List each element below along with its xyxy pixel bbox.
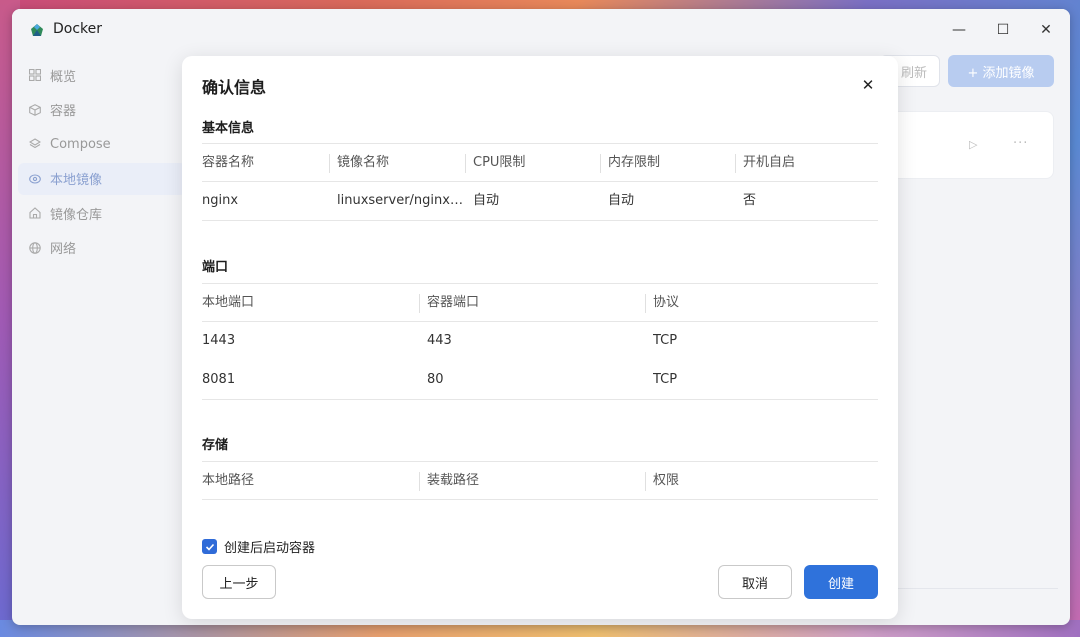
table-row: 1443 443 TCP [202, 322, 878, 361]
column-divider [329, 154, 330, 173]
sidebar-item-label: 网络 [50, 242, 77, 257]
sidebar-item-overview[interactable]: 概览 [18, 59, 186, 91]
column-divider [735, 154, 736, 173]
divider [880, 588, 1058, 589]
docker-app-icon [31, 24, 43, 36]
close-icon[interactable]: ✕ [860, 76, 876, 94]
sidebar-item-label: 容器 [50, 104, 77, 119]
column-divider [645, 472, 646, 491]
sidebar-item-label: 镜像仓库 [50, 207, 103, 223]
column-header: 容器名称 [202, 155, 255, 170]
sidebar-item-registry[interactable]: 镜像仓库 [18, 197, 186, 229]
table-cell: 1443 [202, 333, 236, 348]
title-bar: Docker — ☐ ✕ [12, 9, 1070, 51]
table-cell: TCP [653, 333, 678, 348]
checkbox-label: 创建后启动容器 [224, 541, 316, 556]
column-header: 内存限制 [608, 155, 661, 170]
layers-icon [28, 137, 42, 151]
app-title: Docker [53, 21, 103, 37]
table-cell: 自动 [473, 193, 500, 208]
grid-icon [28, 68, 42, 82]
column-header: 本地路径 [202, 473, 255, 488]
table-cell: 443 [427, 333, 452, 348]
table-row: 8081 80 TCP [202, 361, 878, 400]
section-storage-title: 存储 [202, 438, 229, 453]
table-cell: 自动 [608, 193, 635, 208]
table-cell: nginx [202, 193, 239, 208]
basic-info-table: 容器名称 镜像名称 CPU限制 内存限制 开机自启 nginx linuxser… [202, 143, 878, 221]
column-header: 协议 [653, 295, 680, 310]
confirm-dialog: 确认信息 ✕ 基本信息 容器名称 镜像名称 CPU限制 内存限制 开机自启 ng… [182, 56, 898, 619]
image-card: ▷ ··· [880, 111, 1054, 179]
sidebar-item-network[interactable]: 网络 [18, 232, 186, 264]
cube-icon [28, 103, 42, 117]
section-ports-title: 端口 [202, 260, 229, 275]
sidebar-item-label: 本地镜像 [50, 173, 103, 188]
column-header: 开机自启 [743, 155, 796, 170]
column-divider [465, 154, 466, 173]
column-divider [645, 294, 646, 313]
more-icon[interactable]: ··· [1013, 136, 1028, 151]
play-icon[interactable]: ▷ [969, 138, 977, 151]
prev-step-button[interactable]: 上一步 [202, 565, 276, 599]
start-after-create-option[interactable]: 创建后启动容器 [202, 537, 315, 556]
table-cell: linuxserver/nginx:la... [337, 193, 464, 208]
table-cell: TCP [653, 372, 678, 387]
table-header-row: 容器名称 镜像名称 CPU限制 内存限制 开机自启 [202, 143, 878, 182]
maximize-button[interactable]: ☐ [991, 19, 1015, 41]
dialog-title: 确认信息 [202, 78, 267, 97]
storage-table: 本地路径 装载路径 权限 [202, 461, 878, 500]
table-cell: 8081 [202, 372, 236, 387]
minimize-button[interactable]: — [947, 19, 971, 41]
create-button[interactable]: 创建 [804, 565, 878, 599]
table-header-row: 本地端口 容器端口 协议 [202, 283, 878, 322]
table-row: nginx linuxserver/nginx:la... 自动 自动 否 [202, 182, 878, 221]
column-divider [419, 294, 420, 313]
sidebar-item-label: Compose [50, 136, 111, 152]
sidebar-item-label: 概览 [50, 69, 77, 85]
column-header: 容器端口 [427, 295, 480, 310]
disc-icon [28, 172, 42, 186]
sidebar-item-compose[interactable]: Compose [18, 128, 186, 160]
column-header: 本地端口 [202, 295, 255, 310]
sidebar-item-local-images[interactable]: 本地镜像 [18, 162, 186, 195]
column-header: 装载路径 [427, 473, 480, 488]
column-header: 镜像名称 [337, 155, 390, 170]
close-window-button[interactable]: ✕ [1034, 19, 1058, 41]
table-header-row: 本地路径 装载路径 权限 [202, 461, 878, 500]
column-divider [600, 154, 601, 173]
table-cell: 否 [743, 193, 757, 208]
checkbox-checked-icon[interactable] [202, 539, 217, 554]
add-image-button[interactable]: + 添加镜像 [948, 55, 1054, 87]
sidebar: 概览 容器 Compose 本地镜像 镜像仓库 网络 [18, 59, 186, 266]
column-divider [419, 472, 420, 491]
sidebar-item-containers[interactable]: 容器 [18, 94, 186, 126]
cancel-button[interactable]: 取消 [718, 565, 792, 599]
column-header: 权限 [653, 473, 680, 488]
column-header: CPU限制 [473, 155, 526, 170]
ports-table: 本地端口 容器端口 协议 1443 443 TCP 8081 80 TCP [202, 283, 878, 400]
table-cell: 80 [427, 372, 444, 387]
home-icon [28, 206, 42, 220]
section-basic-info-title: 基本信息 [202, 121, 255, 136]
globe-icon [28, 241, 42, 255]
